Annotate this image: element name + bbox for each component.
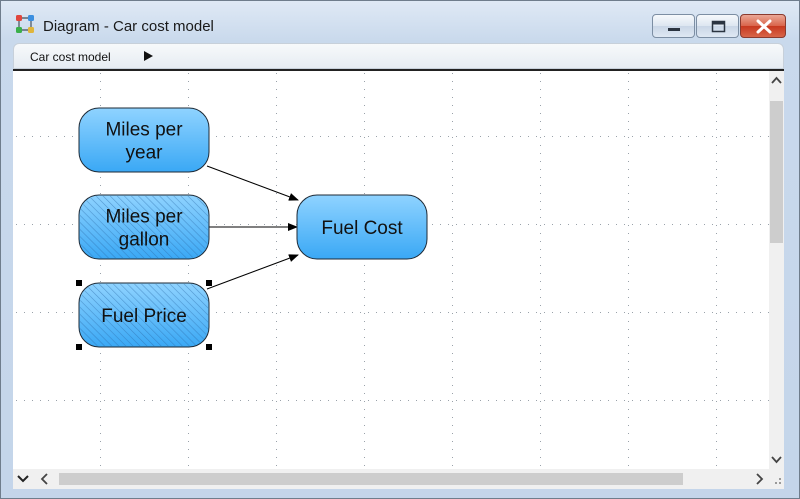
node-fuel-cost[interactable]: Fuel Cost	[296, 194, 428, 260]
node-label: Fuel Price	[101, 306, 187, 327]
node-label-line: Miles per	[105, 207, 183, 228]
node-label-line: Fuel Price	[101, 306, 187, 327]
edge-miles-per-year-to-fuel-cost[interactable]	[206, 165, 299, 201]
horizontal-scroll-thumb[interactable]	[59, 473, 683, 485]
scroll-right-icon[interactable]	[751, 471, 767, 487]
close-icon	[756, 19, 772, 34]
window-title: Diagram - Car cost model	[43, 18, 214, 35]
title-bar[interactable]: Diagram - Car cost model	[1, 1, 799, 41]
restore-icon	[711, 20, 726, 33]
edge-fuel-price-to-fuel-cost[interactable]	[206, 254, 299, 290]
resize-grip-icon	[775, 478, 781, 484]
node-miles-per-gallon[interactable]: Miles per gallon	[78, 194, 210, 260]
node-label-line: year	[126, 143, 164, 164]
selection-handle[interactable]	[76, 344, 82, 350]
node-miles-per-year[interactable]: Miles per year	[78, 107, 210, 173]
diagram-app-icon[interactable]	[15, 14, 35, 34]
selection-handle[interactable]	[206, 280, 212, 286]
breadcrumb: Car cost model	[13, 43, 784, 69]
node-label: Fuel Cost	[321, 218, 403, 239]
resize-grip[interactable]	[769, 469, 784, 489]
node-label-line: Miles per	[105, 120, 183, 141]
selection-handle[interactable]	[76, 280, 82, 286]
maximize-button[interactable]	[696, 14, 739, 38]
selection-handle[interactable]	[206, 344, 212, 350]
vertical-scrollbar[interactable]	[769, 71, 784, 469]
chevron-down-icon[interactable]	[15, 471, 31, 487]
diagram-window: Diagram - Car cost model Car cost model	[0, 0, 800, 499]
diagram-canvas-area: Miles per year Miles per gallon Fuel Price Fu…	[13, 69, 784, 489]
node-fuel-price[interactable]: Fuel Price	[76, 280, 212, 350]
node-label-line: gallon	[119, 230, 170, 251]
minimize-icon	[668, 28, 680, 31]
scroll-down-icon[interactable]	[769, 451, 784, 467]
breadcrumb-item-car-cost-model[interactable]: Car cost model	[30, 50, 111, 64]
triangle-right-icon[interactable]	[144, 51, 153, 61]
vertical-scroll-thumb[interactable]	[770, 101, 783, 243]
horizontal-scrollbar[interactable]	[13, 469, 769, 489]
scroll-up-icon[interactable]	[769, 73, 784, 89]
close-button[interactable]	[740, 14, 786, 38]
node-label-line: Fuel Cost	[321, 218, 403, 239]
diagram-canvas[interactable]: Miles per yearMiles per gallonFuel PriceFu…	[13, 71, 769, 469]
scroll-left-icon[interactable]	[37, 471, 53, 487]
minimize-button[interactable]	[652, 14, 695, 38]
